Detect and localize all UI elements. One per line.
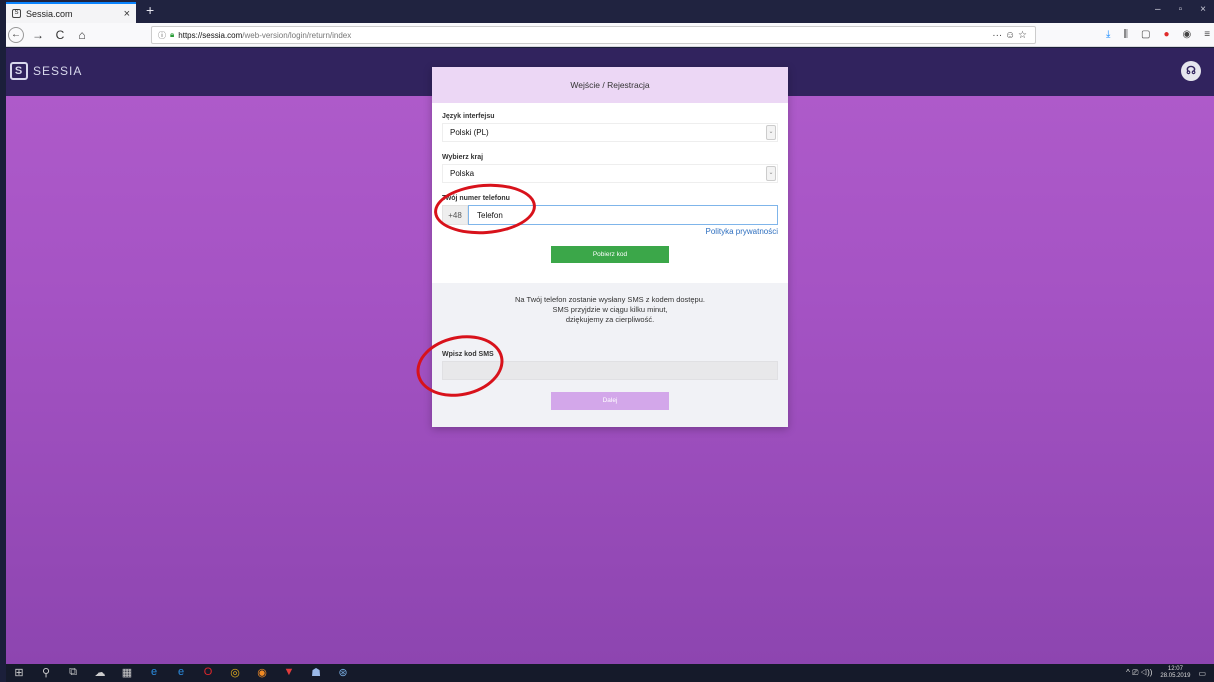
sms-info-line: Na Twój telefon zostanie wysłany SMS z k…: [515, 295, 705, 304]
internet-explorer-icon[interactable]: e: [174, 666, 188, 679]
reload-icon[interactable]: C: [52, 28, 68, 42]
clock-date: 28.05.2019: [1160, 673, 1191, 679]
app-icon[interactable]: ⊛: [336, 666, 350, 679]
tray-icons[interactable]: ^ ⎚ ◁)): [1126, 668, 1152, 678]
vivaldi-icon[interactable]: ▼: [282, 666, 296, 679]
modal-title: Wejście / Rejestracja: [432, 67, 788, 103]
search-icon[interactable]: ⚲: [39, 666, 53, 679]
app-icon[interactable]: ☗: [309, 666, 323, 679]
sms-info-text: Na Twój telefon zostanie wysłany SMS z k…: [432, 295, 788, 325]
app-icon[interactable]: ☁: [93, 666, 107, 679]
close-window-icon[interactable]: ×: [1200, 4, 1206, 15]
sms-info-line: SMS przyjdzie w ciągu kilku minut,: [552, 305, 668, 314]
sessia-logo-mark: S: [10, 62, 28, 80]
home-icon[interactable]: ⌂: [74, 28, 90, 42]
clock-time: 12:07: [1167, 666, 1183, 672]
adblock-icon[interactable]: ●: [1163, 29, 1169, 40]
url-bar[interactable]: ⓘ 🔒︎ https://sessia.com/web-version/logi…: [151, 26, 1036, 44]
language-select[interactable]: Polski (PL) ⌄: [442, 123, 778, 142]
restore-icon[interactable]: ▫: [1179, 4, 1183, 15]
menu-icon[interactable]: ≡: [1204, 29, 1210, 40]
sidebar-icon[interactable]: ▢: [1141, 29, 1150, 40]
system-tray: ^ ⎚ ◁)) 12:07 28.05.2019 ▭: [1126, 666, 1206, 680]
toolbar-icons: ⤓ ⫼ ▢ ● ◉ ≡: [1106, 29, 1210, 40]
lock-icon: 🔒︎: [170, 30, 175, 39]
library-icon[interactable]: ⫼: [1123, 29, 1128, 40]
clock[interactable]: 12:07 28.05.2019: [1160, 666, 1190, 680]
country-label: Wybierz kraj: [442, 154, 484, 161]
downloads-icon[interactable]: ⤓: [1106, 29, 1110, 40]
taskbar-icons: ⊞ ⚲ ⧉ ☁ ▦ e e O ◎ ◉ ▼ ☗ ⊛: [12, 666, 350, 679]
country-select[interactable]: Polska ⌄: [442, 164, 778, 183]
back-icon[interactable]: ←: [8, 26, 24, 43]
get-code-button[interactable]: Pobierz kod: [551, 246, 669, 263]
country-value: Polska: [450, 169, 475, 178]
support-headset-icon[interactable]: ☊: [1181, 61, 1201, 81]
close-tab-icon[interactable]: ×: [124, 8, 130, 20]
sessia-logo-text: SESSIA: [33, 64, 83, 78]
opera-icon[interactable]: O: [201, 666, 215, 679]
chevron-down-icon: ⌄: [766, 166, 776, 181]
page-actions-icons[interactable]: ··· ☺ ☆: [992, 30, 1027, 41]
task-view-icon[interactable]: ⧉: [66, 666, 80, 679]
forward-icon[interactable]: →: [30, 28, 46, 42]
browser-tab-bar: S Sessia.com × + – ▫ ×: [6, 0, 1214, 23]
app-icon[interactable]: ▦: [120, 666, 134, 679]
windows-taskbar: ⊞ ⚲ ⧉ ☁ ▦ e e O ◎ ◉ ▼ ☗ ⊛ ^ ⎚ ◁)) 12:07 …: [6, 664, 1214, 682]
notifications-icon[interactable]: ▭: [1198, 669, 1206, 678]
url-host: https://sessia.com: [178, 30, 243, 40]
browser-nav-bar: ← → C ⌂ ⓘ 🔒︎ https://sessia.com/web-vers…: [6, 23, 1214, 47]
language-label: Język interfejsu: [442, 113, 495, 120]
language-value: Polski (PL): [450, 128, 489, 137]
page-background: S SESSIA ☊ Wejście / Rejestracja Język i…: [6, 48, 1214, 664]
chrome-icon[interactable]: ◎: [228, 666, 242, 679]
tab-title: Sessia.com: [26, 8, 73, 19]
start-icon[interactable]: ⊞: [12, 666, 26, 679]
url-path: /web-version/login/return/index: [242, 30, 352, 40]
info-icon[interactable]: ⓘ: [158, 30, 166, 41]
next-button[interactable]: Dalej: [551, 392, 669, 410]
edge-icon[interactable]: e: [147, 666, 161, 679]
sessia-logo[interactable]: S SESSIA: [10, 62, 82, 80]
sessia-favicon-icon: S: [12, 9, 21, 18]
browser-tab-sessia[interactable]: S Sessia.com ×: [6, 2, 136, 23]
sms-info-line: dziękujemy za cierpliwość.: [565, 315, 655, 324]
chevron-down-icon: ⌄: [766, 125, 776, 140]
firefox-icon[interactable]: ◉: [255, 666, 269, 679]
minimize-icon[interactable]: –: [1155, 4, 1161, 15]
new-tab-button[interactable]: +: [146, 2, 154, 18]
extension-icon[interactable]: ◉: [1183, 29, 1192, 40]
window-controls: – ▫ ×: [1155, 4, 1206, 15]
